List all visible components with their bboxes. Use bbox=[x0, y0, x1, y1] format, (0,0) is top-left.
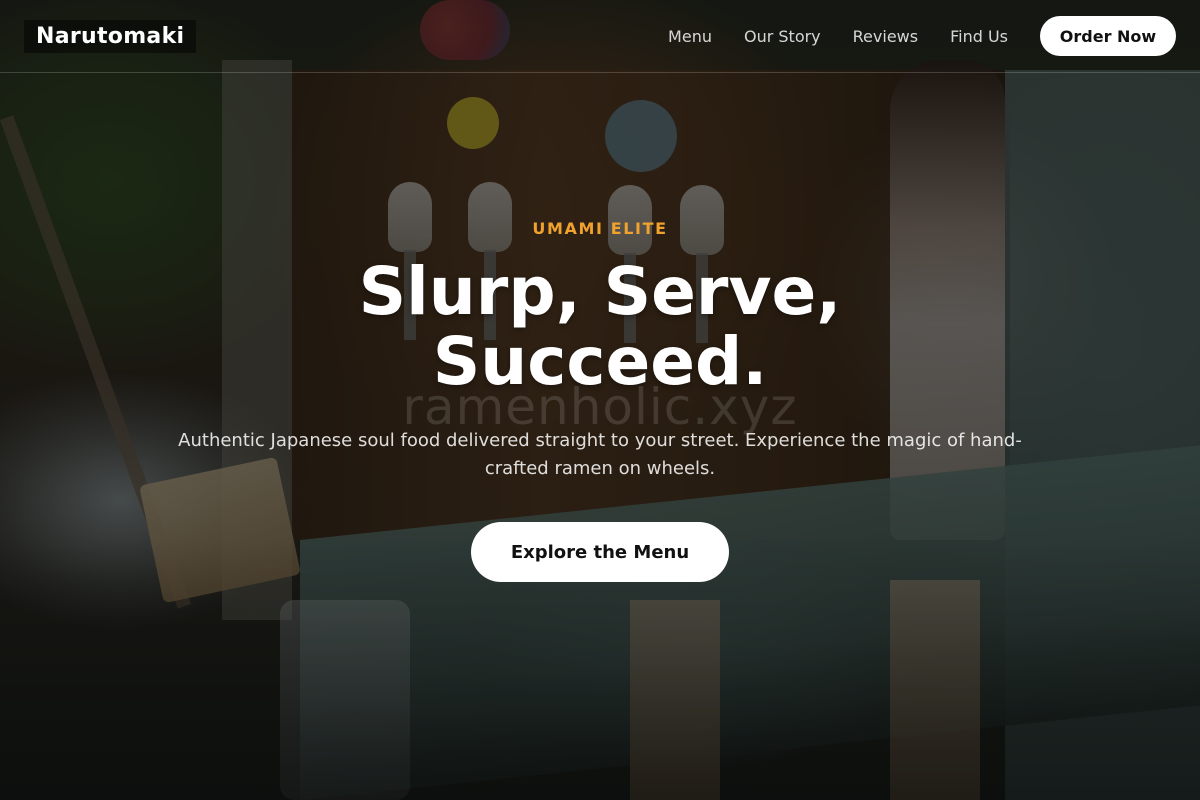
hero-tagline: Authentic Japanese soul food delivered s… bbox=[178, 430, 1022, 479]
hero-section: UMAMI ELITE Slurp, Serve, Succeed. ramen… bbox=[0, 0, 1200, 800]
hero-headline: Slurp, Serve, Succeed. bbox=[358, 253, 842, 400]
explore-menu-button[interactable]: Explore the Menu bbox=[471, 522, 729, 582]
hero-eyebrow: UMAMI ELITE bbox=[532, 219, 668, 238]
